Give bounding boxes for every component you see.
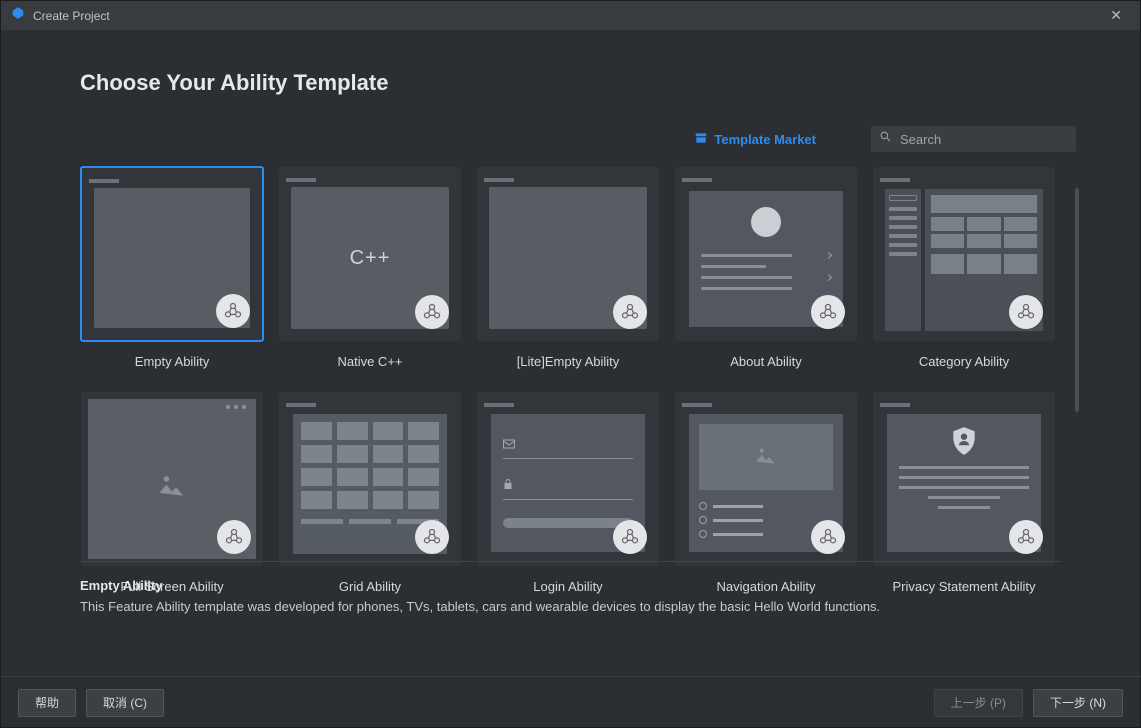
template-market-link[interactable]: Template Market: [694, 131, 816, 148]
close-button[interactable]: ✕: [1102, 3, 1130, 28]
mail-icon: [503, 436, 515, 454]
shield-user-icon: [951, 426, 977, 456]
harmonyos-badge-icon: [415, 520, 449, 554]
cancel-button[interactable]: 取消 (C): [86, 689, 164, 717]
description-panel: Empty Ability This Feature Ability templ…: [80, 561, 1061, 614]
template-card-lite-empty[interactable]: [Lite]Empty Ability: [476, 166, 660, 369]
template-card-empty-ability[interactable]: Empty Ability: [80, 166, 264, 369]
search-icon: [879, 130, 892, 148]
harmonyos-badge-icon: [217, 520, 251, 554]
harmonyos-badge-icon: [1009, 295, 1043, 329]
harmonyos-badge-icon: [811, 520, 845, 554]
template-card-category[interactable]: Category Ability: [872, 166, 1056, 369]
description-title: Empty Ability: [80, 578, 1061, 593]
template-label: Native C++: [337, 354, 402, 369]
template-label: Category Ability: [919, 354, 1009, 369]
lock-icon: [503, 477, 513, 495]
harmonyos-badge-icon: [415, 295, 449, 329]
template-card-native-cpp[interactable]: C++ Native C++: [278, 166, 462, 369]
template-label: About Ability: [730, 354, 802, 369]
previous-button[interactable]: 上一步 (P): [934, 689, 1023, 717]
market-icon: [694, 131, 708, 148]
harmonyos-badge-icon: [216, 294, 250, 328]
help-button[interactable]: 帮助: [18, 689, 76, 717]
search-box[interactable]: [871, 126, 1076, 152]
next-button[interactable]: 下一步 (N): [1033, 689, 1123, 717]
image-placeholder-icon: [753, 444, 779, 471]
app-icon: [11, 6, 25, 25]
harmonyos-badge-icon: [613, 295, 647, 329]
templates-grid: Empty Ability C++ Native C++ [Lite]Empty…: [80, 166, 1081, 594]
titlebar: Create Project ✕: [1, 1, 1140, 31]
page-heading: Choose Your Ability Template: [80, 70, 1081, 96]
search-input[interactable]: [900, 132, 1076, 147]
harmonyos-badge-icon: [1009, 520, 1043, 554]
template-label: [Lite]Empty Ability: [517, 354, 620, 369]
window-title: Create Project: [33, 9, 110, 23]
template-card-about[interactable]: About Ability: [674, 166, 858, 369]
scrollbar[interactable]: [1075, 188, 1079, 412]
template-label: Empty Ability: [135, 354, 209, 369]
harmonyos-badge-icon: [811, 295, 845, 329]
harmonyos-badge-icon: [613, 520, 647, 554]
template-market-label: Template Market: [714, 132, 816, 147]
footer: 帮助 取消 (C) 上一步 (P) 下一步 (N): [0, 676, 1141, 728]
image-placeholder-icon: [155, 471, 189, 504]
description-text: This Feature Ability template was develo…: [80, 599, 1061, 614]
